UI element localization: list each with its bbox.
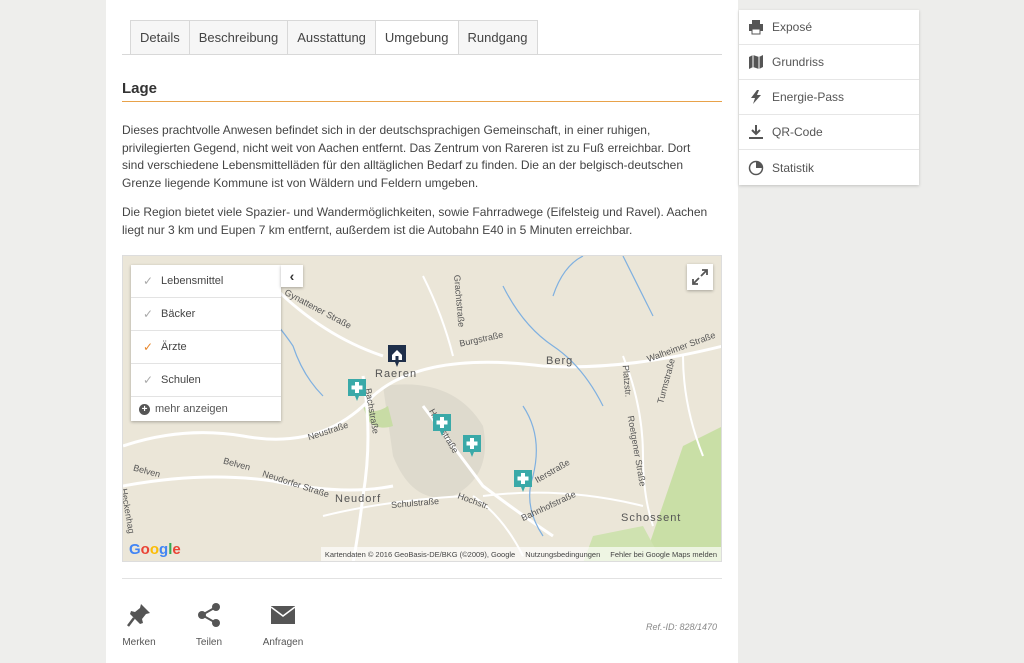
print-icon [749, 20, 763, 35]
map-report-link[interactable]: Fehler bei Google Maps melden [610, 550, 717, 559]
poi-filter-aerzte[interactable]: ✓ Ärzte [131, 331, 281, 364]
pin-icon [127, 604, 150, 627]
expand-icon [692, 269, 708, 285]
show-more-label: mehr anzeigen [155, 403, 228, 415]
plus-icon: + [139, 403, 150, 415]
tab-beschreibung[interactable]: Beschreibung [188, 20, 288, 55]
side-item-label: Grundriss [772, 55, 825, 69]
share-icon [198, 603, 220, 627]
bolt-icon [751, 90, 761, 104]
side-item-grundriss[interactable]: Grundriss [739, 45, 919, 80]
side-item-label: Energie-Pass [772, 90, 845, 104]
poi-filter-lebensmittel[interactable]: ✓ Lebensmittel [131, 265, 281, 298]
bookmark-button[interactable]: Merken [114, 602, 164, 648]
check-icon: ✓ [143, 340, 154, 354]
description-paragraph-2: Die Region bietet viele Spazier- und Wan… [122, 205, 708, 237]
google-logo: Google [129, 541, 181, 558]
tab-umgebung[interactable]: Umgebung [374, 20, 458, 55]
inquire-label: Anfragen [262, 637, 304, 648]
reference-id: Ref.-ID: 828/1470 [646, 622, 718, 632]
check-icon: ✓ [143, 274, 154, 288]
side-item-label: QR-Code [772, 125, 823, 139]
map-label-neudorf: Neudorf [335, 493, 382, 505]
medical-marker-icon[interactable] [513, 469, 533, 493]
medical-marker-icon[interactable] [347, 378, 367, 402]
map-view[interactable]: Raeren Berg Neudorf Schossent Gynattener… [122, 255, 722, 562]
tab-details[interactable]: Details [130, 20, 189, 55]
tabs-divider [122, 54, 722, 55]
tab-ausstattung[interactable]: Ausstattung [287, 20, 375, 55]
medical-marker-icon[interactable] [432, 413, 452, 437]
mail-icon [270, 606, 296, 624]
tab-bar: Details Beschreibung Ausstattung Umgebun… [130, 20, 538, 55]
poi-filter-schulen[interactable]: ✓ Schulen [131, 364, 281, 397]
poi-filter-label: Schulen [161, 374, 201, 386]
side-item-qr-code[interactable]: QR-Code [739, 115, 919, 150]
map-terms-link[interactable]: Nutzungsbedingungen [525, 550, 600, 559]
map-icon [749, 55, 763, 69]
side-item-expose[interactable]: Exposé [739, 10, 919, 45]
poi-filter-label: Lebensmittel [161, 275, 224, 287]
bookmark-label: Merken [122, 637, 156, 648]
medical-marker-icon[interactable] [462, 434, 482, 458]
collapse-panel-button[interactable]: ‹ [281, 265, 303, 287]
chevron-left-icon: ‹ [289, 268, 295, 284]
tab-rundgang[interactable]: Rundgang [457, 20, 538, 55]
poi-filter-baecker[interactable]: ✓ Bäcker [131, 298, 281, 331]
section-title: Lage [122, 80, 722, 102]
fullscreen-button[interactable] [687, 264, 713, 290]
share-label: Teilen [195, 637, 223, 648]
pie-chart-icon [748, 160, 764, 175]
house-marker-icon[interactable] [387, 344, 407, 368]
poi-filter-panel: ✓ Lebensmittel ✓ Bäcker ✓ Ärzte ✓ Schule… [131, 265, 281, 421]
download-icon [749, 125, 763, 139]
inquire-button[interactable]: Anfragen [258, 602, 308, 648]
page-background-left [0, 0, 106, 663]
side-item-label: Statistik [772, 160, 815, 175]
poi-filter-label: Bäcker [161, 308, 196, 320]
map-label-berg: Berg [546, 355, 574, 367]
check-icon: ✓ [143, 307, 154, 321]
map-label-schossent: Schossent [621, 512, 682, 524]
show-more-button[interactable]: + mehr anzeigen [131, 397, 281, 421]
map-footer: Kartendaten © 2016 GeoBasis-DE/BKG (©200… [320, 547, 721, 561]
map-label-raeren: Raeren [375, 368, 418, 380]
map-attribution: Kartendaten © 2016 GeoBasis-DE/BKG (©200… [324, 549, 516, 559]
share-button[interactable]: Teilen [184, 602, 234, 648]
actions-divider [122, 578, 722, 579]
main-content: Details Beschreibung Ausstattung Umgebun… [106, 0, 738, 663]
description-paragraph-1: Dieses prachtvolle Anwesen befindet sich… [122, 123, 691, 190]
side-item-label: Exposé [772, 20, 813, 34]
side-item-statistik[interactable]: Statistik [739, 150, 919, 185]
check-icon: ✓ [143, 373, 154, 387]
side-item-energie-pass[interactable]: Energie-Pass [739, 80, 919, 115]
side-menu: Exposé Grundriss Energie-Pass QR-Code St… [739, 10, 919, 185]
poi-filter-label: Ärzte [161, 341, 187, 353]
